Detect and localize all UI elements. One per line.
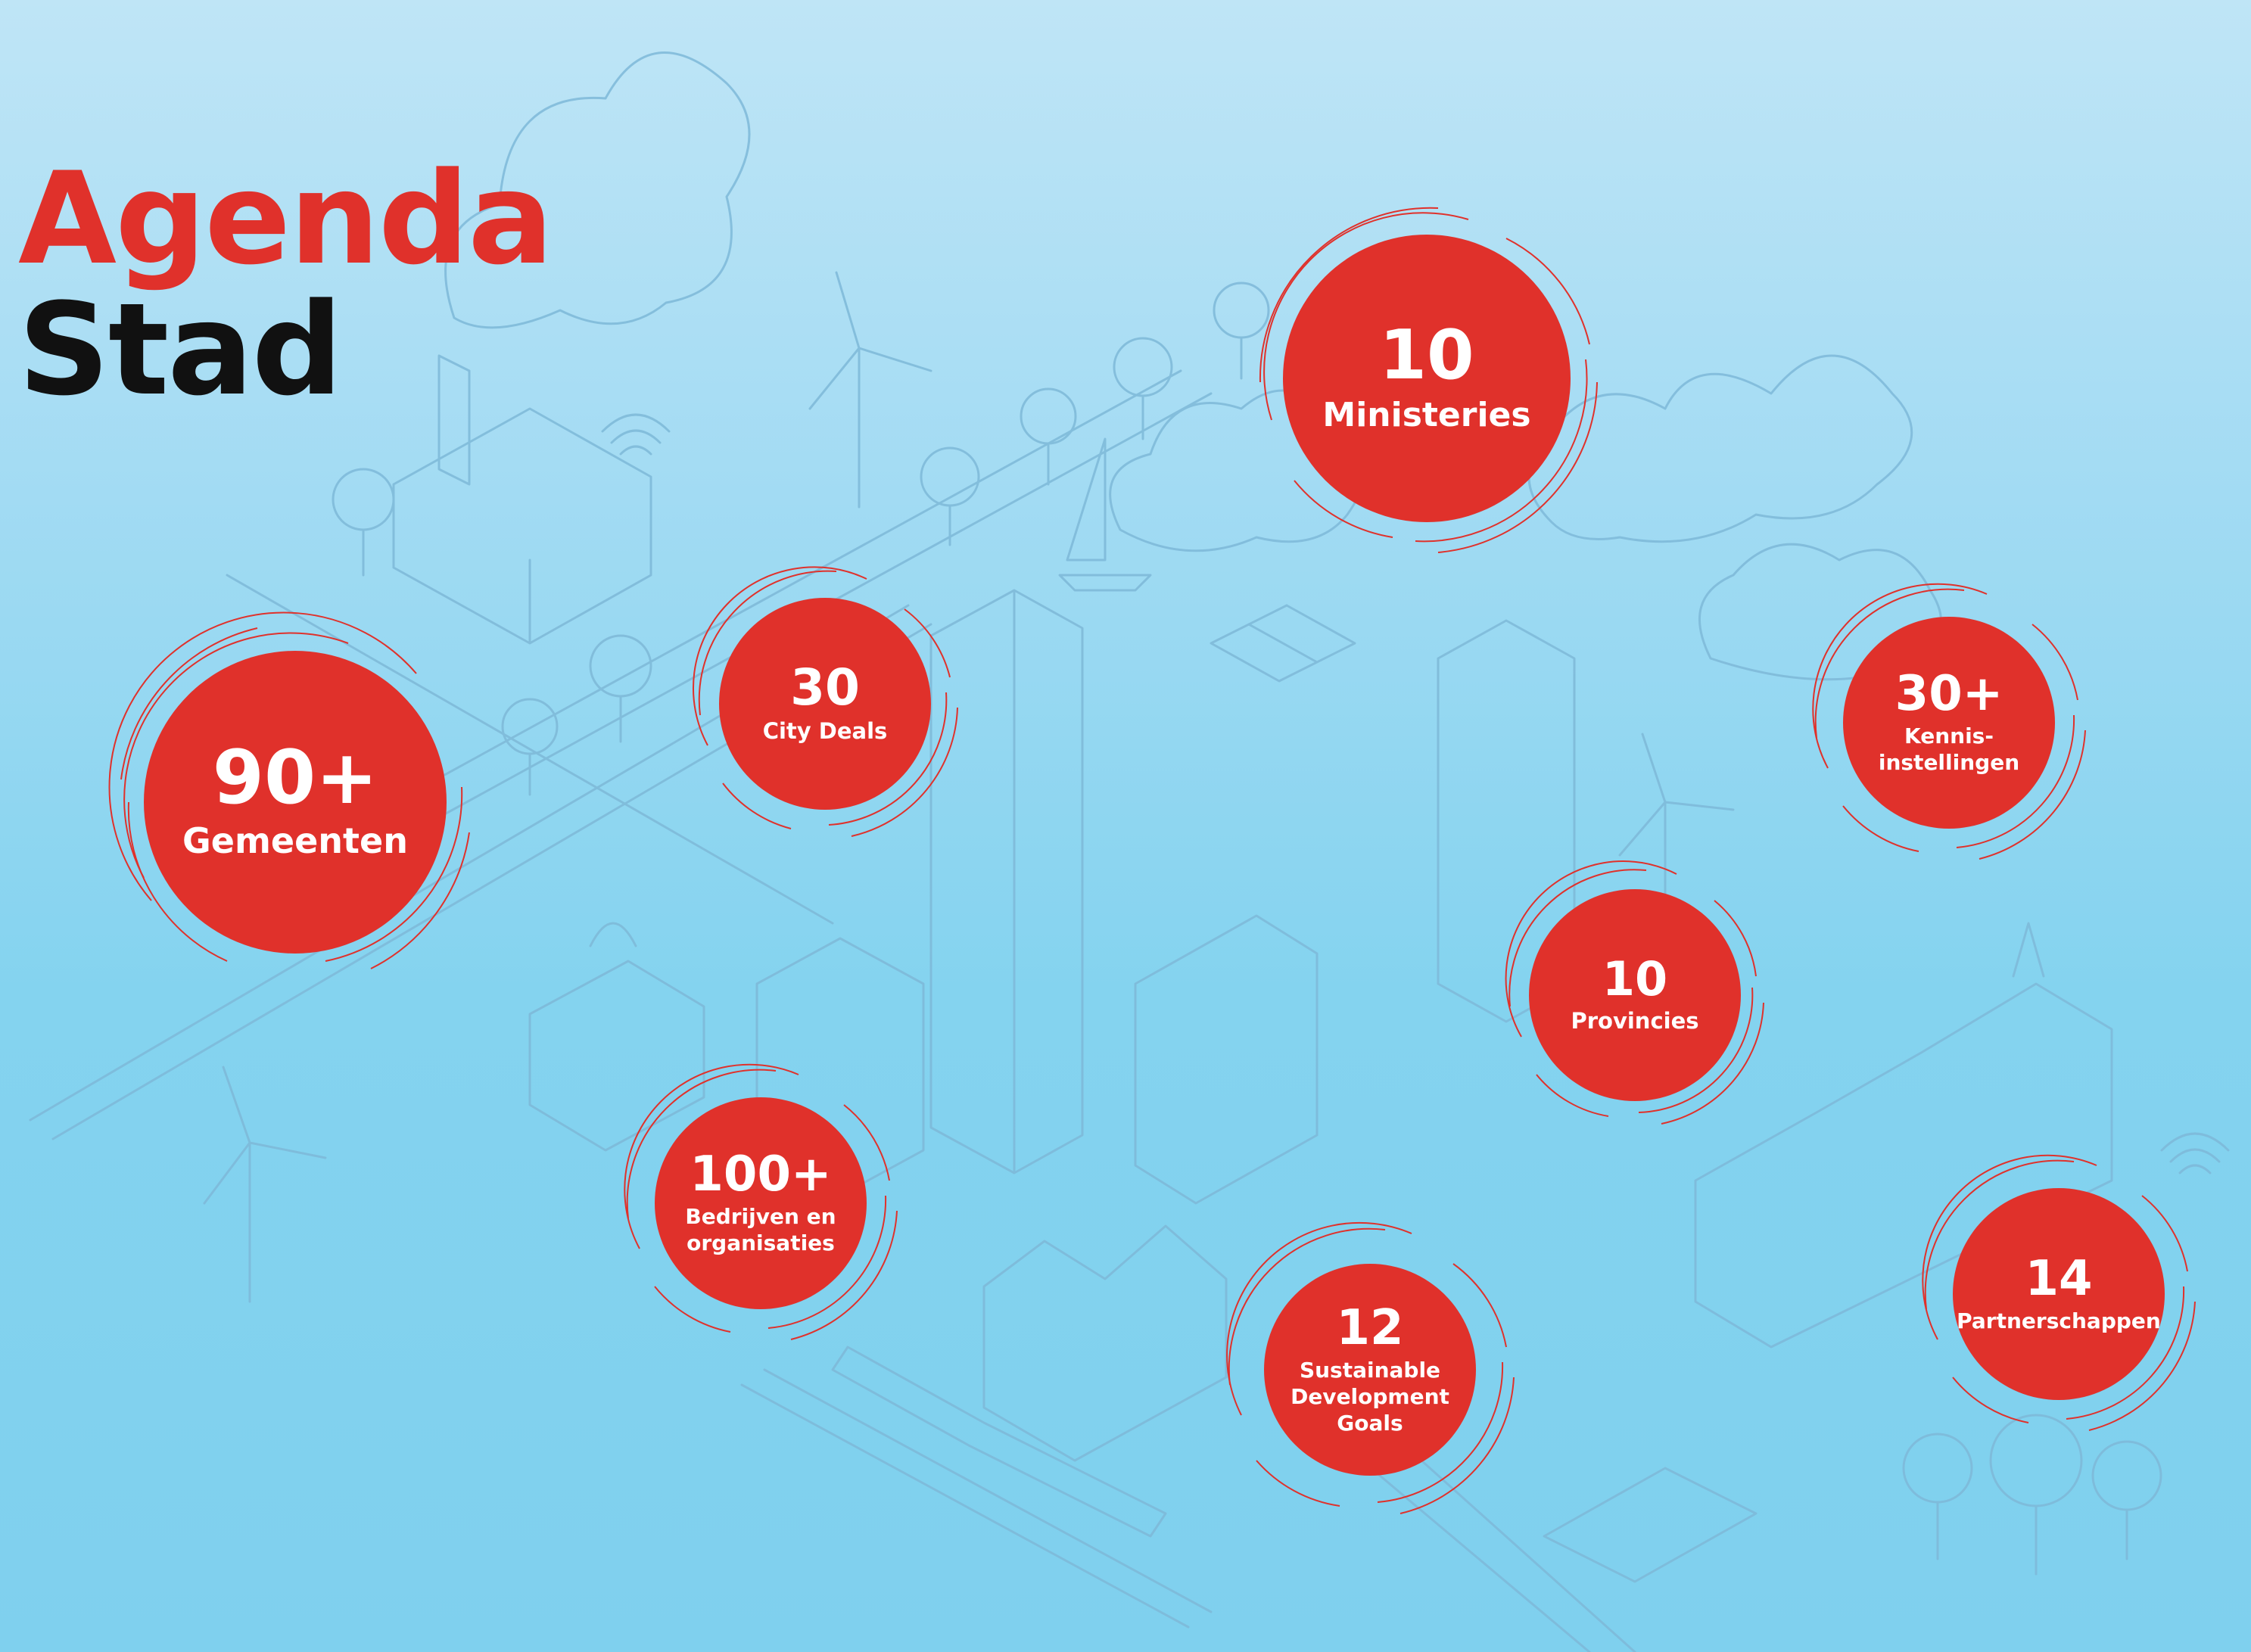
wind-turbine-icon [808,271,932,509]
wind-turbine-icon [203,1066,327,1303]
stat-label: Kennis- instellingen [1878,723,2020,775]
tree-icon [332,468,395,531]
stat-number: 100+ [690,1146,832,1202]
tree-icon [1020,387,1077,445]
tree-icon [2091,1440,2162,1511]
stat-number: 10 [1379,315,1474,395]
stat-label: Provincies [1571,1007,1699,1034]
stat-label: Gemeenten [182,820,408,862]
stat-bedrijven: 100+ Bedrijven en organisaties [609,1052,912,1355]
stat-partnerschappen: 14 Partnerschappen [1907,1143,2210,1445]
page-title-agenda: Agenda [18,145,553,293]
stat-number: 90+ [212,735,378,822]
stat-label: Partnerschappen [1957,1308,2161,1333]
stat-number: 12 [1336,1299,1404,1356]
stat-kennisinstellingen: 30+ Kennis- instellingen [1798,571,2100,874]
stat-number: 10 [1602,950,1668,1006]
stat-city-deals: 30 City Deals [677,556,973,851]
market-stall [1543,1467,1758,1583]
building-block [1134,914,1319,1205]
stat-number: 14 [2025,1250,2093,1307]
stat-label: Ministeries [1322,395,1531,434]
wifi-icon [601,413,671,456]
stat-number: 30 [790,658,860,717]
stat-label: City Deals [762,717,888,744]
factory [392,354,652,645]
stat-gemeenten: 90+ Gemeenten [98,605,492,999]
tree-icon [501,698,559,755]
stat-provincies: 10 Provincies [1495,855,1775,1135]
sailboat [1058,437,1152,592]
solar-panel [1210,604,1356,683]
page-title-stad: Stad [18,275,343,424]
stat-label: Bedrijven en organisaties [685,1204,836,1255]
stat-ministeries: 10 Ministeries [1241,193,1612,564]
house-row [982,1224,1228,1462]
stat-number: 30+ [1895,666,2003,722]
railway-track [740,1368,1213,1629]
stat-sdg: 12 Sustainable Development Goals [1211,1211,1529,1529]
train [831,1346,1167,1538]
stat-label: Sustainable Development Goals [1291,1357,1449,1436]
tree-icon [1113,337,1173,397]
